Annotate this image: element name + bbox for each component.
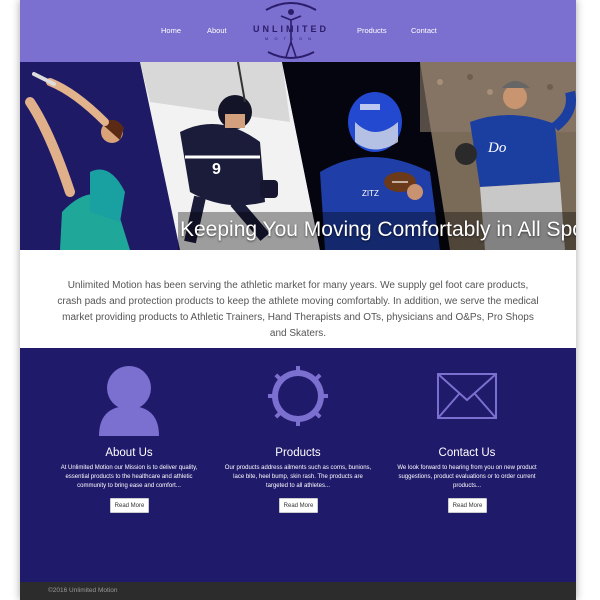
feature-products: Products Our products address ailments s…	[223, 348, 373, 582]
footer: ©2016 Unlimited Motion	[20, 582, 576, 600]
products-read-more-button[interactable]: Read More	[279, 498, 318, 513]
top-nav: Home About UNLIMITED MOTION Products Con…	[20, 0, 576, 62]
feature-products-text: Our products address ailments such as co…	[224, 465, 372, 489]
nav-home-link[interactable]: Home	[161, 26, 181, 35]
feature-products-title: Products	[275, 447, 321, 459]
features-section: About Us At Unlimited Motion our Mission…	[20, 348, 576, 582]
nav-products-link[interactable]: Products	[357, 26, 387, 35]
feature-contact-title: Contact Us	[438, 447, 496, 459]
gear-icon	[268, 366, 328, 426]
about-read-more-button[interactable]: Read More	[110, 498, 149, 513]
feature-contact: Contact Us We look forward to hearing fr…	[392, 348, 542, 582]
copyright-text: ©2016 Unlimited Motion	[48, 587, 118, 594]
page: Home About UNLIMITED MOTION Products Con…	[20, 0, 576, 600]
feature-about-text: At Unlimited Motion our Mission is to de…	[60, 465, 198, 489]
logo-text: UNLIMITED	[253, 24, 329, 34]
intro-section: Unlimited Motion has been serving the at…	[20, 250, 576, 348]
feature-about: About Us At Unlimited Motion our Mission…	[54, 348, 204, 582]
feature-contact-text: We look forward to hearing from you on n…	[397, 465, 537, 489]
baseball-jersey-text: Do	[487, 140, 507, 156]
logo[interactable]: UNLIMITED MOTION	[246, 2, 336, 60]
football-jersey-text: ZITZ	[362, 189, 379, 198]
hero-tagline: Keeping You Moving Comfortably in All Sp…	[180, 218, 576, 241]
feature-about-title: About Us	[105, 447, 153, 459]
intro-text: Unlimited Motion has been serving the at…	[57, 280, 539, 339]
envelope-icon	[437, 366, 497, 426]
nav-about-link[interactable]: About	[207, 26, 227, 35]
hero-banner: 9 ZITZ Do Keeping You Moving Comfortably…	[20, 62, 576, 250]
person-icon	[99, 366, 159, 436]
logo-subtext: MOTION	[265, 36, 317, 41]
nav-contact-link[interactable]: Contact	[411, 26, 437, 35]
contact-read-more-button[interactable]: Read More	[448, 498, 487, 513]
hockey-jersey-number: 9	[212, 161, 221, 178]
